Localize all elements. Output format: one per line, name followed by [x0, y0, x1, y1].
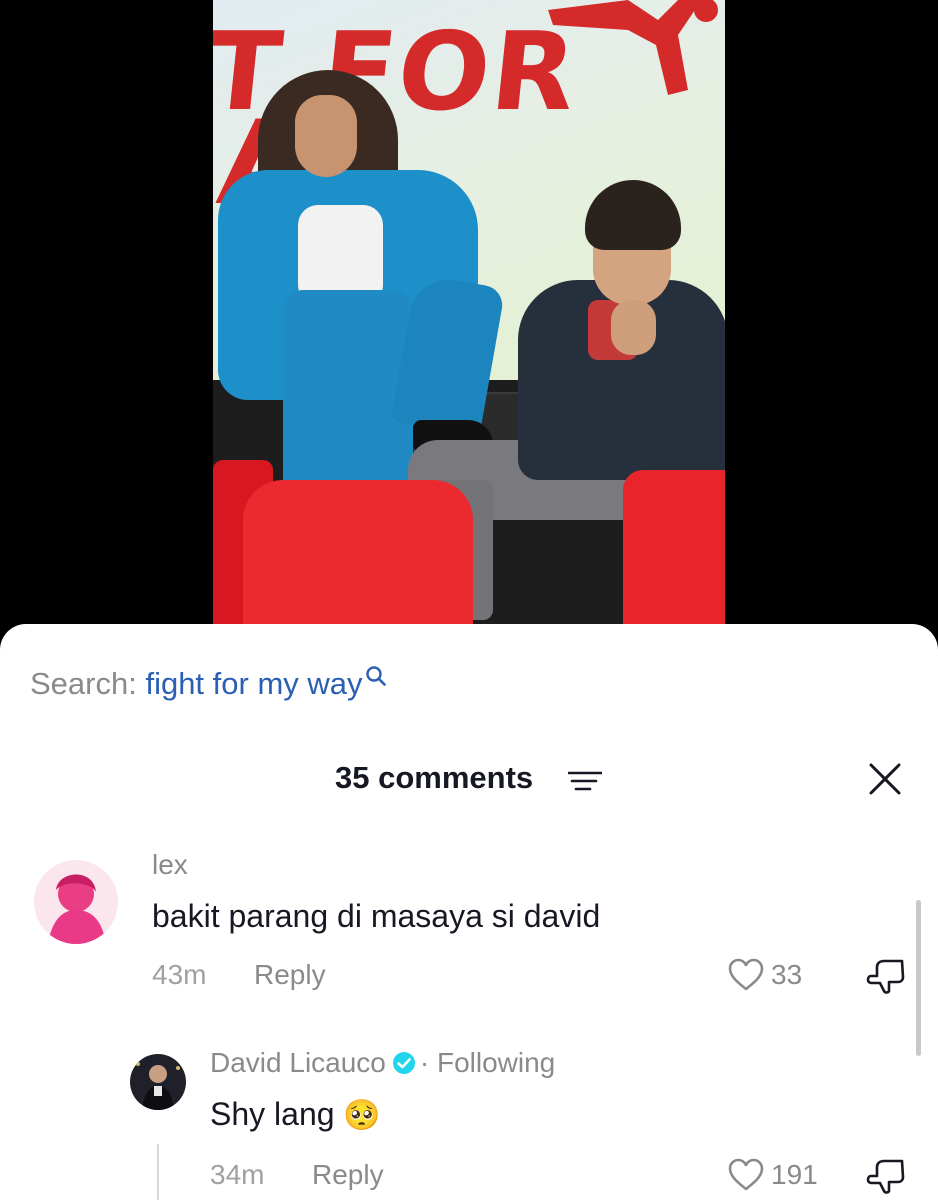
comments-header: 35 comments: [0, 756, 938, 800]
dislike-icon[interactable]: [866, 956, 906, 994]
reply-button[interactable]: Reply: [254, 958, 326, 992]
reply-text: Shy lang 🥺: [210, 1094, 381, 1136]
verified-badge-icon: [392, 1051, 415, 1074]
search-suggestion[interactable]: Search: fight for my way: [30, 664, 387, 704]
like-button[interactable]: 33: [727, 958, 802, 992]
dislike-icon[interactable]: [866, 1156, 906, 1194]
like-count: 33: [771, 959, 803, 990]
comment-count: 35 comments: [335, 760, 534, 795]
comment-text: bakit parang di masaya si david: [152, 898, 601, 934]
reply-item: David Licauco · Following Shy lang 🥺 34m…: [0, 1044, 938, 1200]
search-icon[interactable]: [365, 665, 387, 687]
scrollbar[interactable]: [916, 900, 921, 1056]
sofa-left-seat: [243, 480, 473, 640]
search-label: Search:: [30, 666, 146, 701]
like-button[interactable]: 191: [727, 1158, 818, 1192]
avatar[interactable]: [130, 1054, 186, 1110]
reply-time: 34m: [210, 1159, 265, 1190]
video-player[interactable]: T FOR AY: [213, 0, 725, 640]
pleading-face-icon: 🥺: [343, 1099, 381, 1132]
kicker-silhouette: [548, 0, 718, 95]
man-hand: [611, 300, 656, 355]
avatar[interactable]: [34, 860, 118, 944]
reply-text-body: Shy lang: [210, 1096, 335, 1132]
close-icon[interactable]: [868, 762, 902, 796]
like-count: 191: [771, 1159, 818, 1190]
following-label: · Following: [419, 1047, 556, 1078]
reply-thread-line: [157, 1144, 159, 1200]
woman-face: [295, 95, 357, 177]
reply-button[interactable]: Reply: [312, 1158, 384, 1192]
comments-sheet: Search: fight for my way 35 comments lex: [0, 624, 938, 1200]
sort-filter-icon[interactable]: [568, 770, 602, 792]
heart-icon: [728, 958, 764, 991]
comment-username[interactable]: lex: [152, 848, 188, 882]
heart-icon: [728, 1158, 764, 1191]
sofa-right-arm: [623, 470, 725, 640]
search-term[interactable]: fight for my way: [145, 666, 362, 701]
comment-time: 43m: [152, 959, 207, 990]
reply-username-row: David Licauco · Following: [210, 1046, 555, 1080]
reply-username[interactable]: David Licauco: [210, 1047, 386, 1078]
comment-item: lex bakit parang di masaya si david 43m …: [0, 844, 938, 1014]
